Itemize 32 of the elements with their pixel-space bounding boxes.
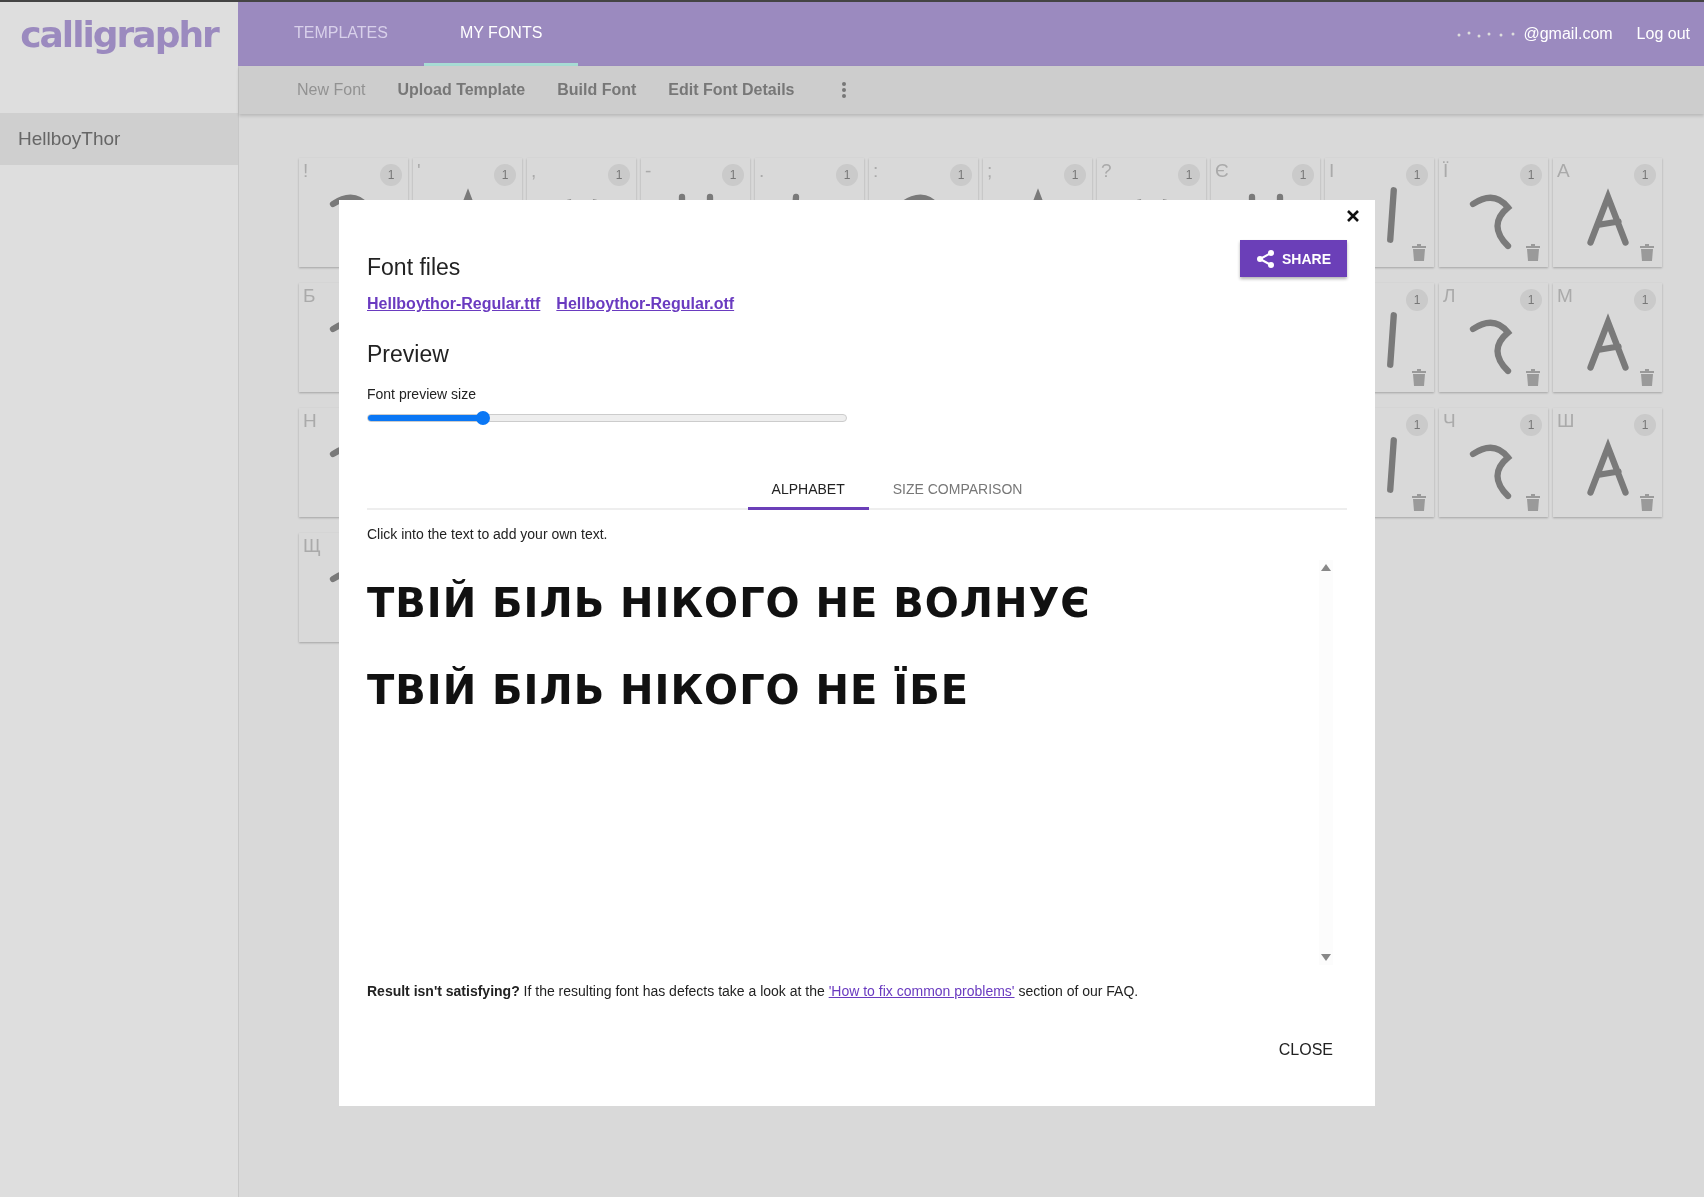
glyph-label: : bbox=[873, 160, 879, 182]
count-badge: 1 bbox=[1520, 414, 1542, 436]
count-badge: 1 bbox=[1634, 289, 1656, 311]
count-badge: 1 bbox=[380, 164, 402, 186]
dialog-title: Font files bbox=[367, 254, 461, 281]
count-badge: 1 bbox=[1406, 164, 1428, 186]
glyph-label: . bbox=[759, 160, 765, 182]
hint-text: Click into the text to add your own text. bbox=[367, 526, 609, 542]
section-title: Preview bbox=[367, 341, 450, 368]
count-badge: 1 bbox=[1406, 289, 1428, 311]
count-badge: 1 bbox=[1064, 164, 1086, 186]
glyph-label: ' bbox=[417, 160, 421, 182]
count-badge: 1 bbox=[1634, 164, 1656, 186]
count-badge: 1 bbox=[1520, 164, 1542, 186]
glyph-label: - bbox=[645, 160, 652, 182]
faq-note: Result isn't satisfying? If the resulting font has defects take a look at the 'How to fix common problems' section of our FAQ. bbox=[367, 983, 1140, 999]
count-badge: 1 bbox=[1292, 164, 1314, 186]
count-badge: 1 bbox=[950, 164, 972, 186]
count-badge: 1 bbox=[1178, 164, 1200, 186]
slider-label: Font preview size bbox=[367, 386, 477, 402]
count-badge: 1 bbox=[1406, 414, 1428, 436]
count-badge: 1 bbox=[836, 164, 858, 186]
count-badge: 1 bbox=[722, 164, 744, 186]
count-badge: 1 bbox=[1634, 414, 1656, 436]
account-email: @gmail.com bbox=[1455, 25, 1613, 43]
glyph-label: ? bbox=[1101, 160, 1112, 182]
count-badge: 1 bbox=[1520, 289, 1542, 311]
count-badge: 1 bbox=[608, 164, 630, 186]
glyph-label: , bbox=[531, 160, 537, 182]
glyph-label: ; bbox=[987, 160, 993, 182]
glyph-label: ! bbox=[303, 160, 309, 182]
count-badge: 1 bbox=[494, 164, 516, 186]
